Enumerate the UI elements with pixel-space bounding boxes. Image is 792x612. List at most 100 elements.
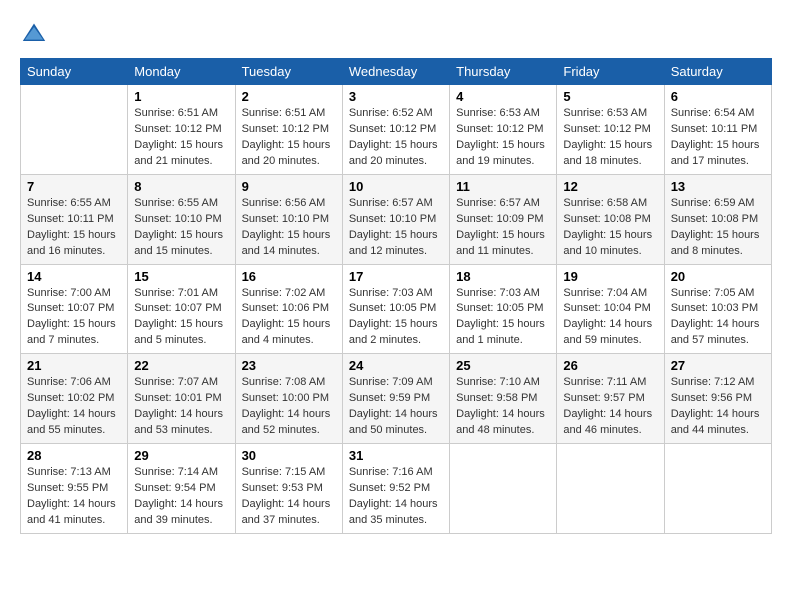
calendar-cell: 19 Sunrise: 7:04 AM Sunset: 10:04 PM Dayl…	[557, 264, 664, 354]
day-info: Sunrise: 7:16 AM Sunset: 9:52 PM Dayligh…	[349, 465, 443, 529]
day-number: 25	[456, 358, 550, 373]
day-info: Sunrise: 6:53 AM Sunset: 10:12 PM Daylig…	[563, 106, 657, 170]
day-info: Sunrise: 7:06 AM Sunset: 10:02 PM Daylig…	[27, 375, 121, 439]
calendar-cell: 31 Sunrise: 7:16 AM Sunset: 9:52 PM Dayli…	[342, 444, 449, 534]
day-number: 3	[349, 89, 443, 104]
day-number: 30	[242, 448, 336, 463]
logo	[20, 20, 52, 48]
day-info: Sunrise: 7:04 AM Sunset: 10:04 PM Daylig…	[563, 286, 657, 350]
header-day-friday: Friday	[557, 59, 664, 85]
calendar-cell: 26 Sunrise: 7:11 AM Sunset: 9:57 PM Dayli…	[557, 354, 664, 444]
day-info: Sunrise: 6:53 AM Sunset: 10:12 PM Daylig…	[456, 106, 550, 170]
day-info: Sunrise: 7:05 AM Sunset: 10:03 PM Daylig…	[671, 286, 765, 350]
day-number: 16	[242, 269, 336, 284]
week-row-1: 1 Sunrise: 6:51 AM Sunset: 10:12 PM Dayli…	[21, 85, 772, 175]
calendar-cell: 9Sunrise: 6:56 AM Sunset: 10:10 PM Dayli…	[235, 174, 342, 264]
calendar-cell: 15 Sunrise: 7:01 AM Sunset: 10:07 PM Dayl…	[128, 264, 235, 354]
day-info: Sunrise: 6:59 AM Sunset: 10:08 PM Daylig…	[671, 196, 765, 260]
day-number: 9	[242, 179, 336, 194]
day-number: 21	[27, 358, 121, 373]
header-day-tuesday: Tuesday	[235, 59, 342, 85]
day-number: 15	[134, 269, 228, 284]
calendar-cell: 8 Sunrise: 6:55 AM Sunset: 10:10 PM Dayli…	[128, 174, 235, 264]
day-number: 2	[242, 89, 336, 104]
day-number: 12	[563, 179, 657, 194]
calendar-cell: 3 Sunrise: 6:52 AM Sunset: 10:12 PM Dayli…	[342, 85, 449, 175]
calendar-cell: 5Sunrise: 6:53 AM Sunset: 10:12 PM Dayli…	[557, 85, 664, 175]
day-info: Sunrise: 7:00 AM Sunset: 10:07 PM Daylig…	[27, 286, 121, 350]
day-number: 7	[27, 179, 121, 194]
header-day-sunday: Sunday	[21, 59, 128, 85]
day-number: 23	[242, 358, 336, 373]
calendar-cell: 1 Sunrise: 6:51 AM Sunset: 10:12 PM Dayli…	[128, 85, 235, 175]
page-header	[20, 20, 772, 48]
calendar-cell: 30 Sunrise: 7:15 AM Sunset: 9:53 PM Dayli…	[235, 444, 342, 534]
calendar-cell: 17Sunrise: 7:03 AM Sunset: 10:05 PM Dayl…	[342, 264, 449, 354]
header-day-monday: Monday	[128, 59, 235, 85]
calendar-cell: 28 Sunrise: 7:13 AM Sunset: 9:55 PM Dayli…	[21, 444, 128, 534]
day-info: Sunrise: 6:58 AM Sunset: 10:08 PM Daylig…	[563, 196, 657, 260]
calendar-cell: 22 Sunrise: 7:07 AM Sunset: 10:01 PM Dayl…	[128, 354, 235, 444]
day-number: 6	[671, 89, 765, 104]
calendar-table: SundayMondayTuesdayWednesdayThursdayFrid…	[20, 58, 772, 534]
week-row-2: 7 Sunrise: 6:55 AM Sunset: 10:11 PM Dayli…	[21, 174, 772, 264]
day-number: 22	[134, 358, 228, 373]
day-info: Sunrise: 6:52 AM Sunset: 10:12 PM Daylig…	[349, 106, 443, 170]
calendar-cell: 13Sunrise: 6:59 AM Sunset: 10:08 PM Dayl…	[664, 174, 771, 264]
day-info: Sunrise: 7:14 AM Sunset: 9:54 PM Dayligh…	[134, 465, 228, 529]
week-row-5: 28 Sunrise: 7:13 AM Sunset: 9:55 PM Dayli…	[21, 444, 772, 534]
day-info: Sunrise: 7:01 AM Sunset: 10:07 PM Daylig…	[134, 286, 228, 350]
calendar-cell: 11 Sunrise: 6:57 AM Sunset: 10:09 PM Dayl…	[450, 174, 557, 264]
day-info: Sunrise: 7:07 AM Sunset: 10:01 PM Daylig…	[134, 375, 228, 439]
day-info: Sunrise: 7:11 AM Sunset: 9:57 PM Dayligh…	[563, 375, 657, 439]
day-info: Sunrise: 6:51 AM Sunset: 10:12 PM Daylig…	[134, 106, 228, 170]
calendar-cell: 6 Sunrise: 6:54 AM Sunset: 10:11 PM Dayli…	[664, 85, 771, 175]
day-number: 17	[349, 269, 443, 284]
day-number: 11	[456, 179, 550, 194]
header-day-thursday: Thursday	[450, 59, 557, 85]
day-info: Sunrise: 7:13 AM Sunset: 9:55 PM Dayligh…	[27, 465, 121, 529]
day-number: 8	[134, 179, 228, 194]
day-number: 29	[134, 448, 228, 463]
day-number: 26	[563, 358, 657, 373]
day-number: 24	[349, 358, 443, 373]
week-row-4: 21 Sunrise: 7:06 AM Sunset: 10:02 PM Dayl…	[21, 354, 772, 444]
day-number: 1	[134, 89, 228, 104]
day-info: Sunrise: 6:54 AM Sunset: 10:11 PM Daylig…	[671, 106, 765, 170]
day-info: Sunrise: 7:09 AM Sunset: 9:59 PM Dayligh…	[349, 375, 443, 439]
calendar-cell: 23 Sunrise: 7:08 AM Sunset: 10:00 PM Dayl…	[235, 354, 342, 444]
calendar-cell: 4Sunrise: 6:53 AM Sunset: 10:12 PM Dayli…	[450, 85, 557, 175]
calendar-cell: 7 Sunrise: 6:55 AM Sunset: 10:11 PM Dayli…	[21, 174, 128, 264]
calendar-cell	[21, 85, 128, 175]
calendar-cell: 25 Sunrise: 7:10 AM Sunset: 9:58 PM Dayli…	[450, 354, 557, 444]
logo-icon	[20, 20, 48, 48]
day-info: Sunrise: 7:03 AM Sunset: 10:05 PM Daylig…	[456, 286, 550, 350]
day-number: 31	[349, 448, 443, 463]
header-day-saturday: Saturday	[664, 59, 771, 85]
day-info: Sunrise: 6:57 AM Sunset: 10:09 PM Daylig…	[456, 196, 550, 260]
day-info: Sunrise: 7:10 AM Sunset: 9:58 PM Dayligh…	[456, 375, 550, 439]
day-info: Sunrise: 7:08 AM Sunset: 10:00 PM Daylig…	[242, 375, 336, 439]
calendar-cell: 2 Sunrise: 6:51 AM Sunset: 10:12 PM Dayli…	[235, 85, 342, 175]
day-number: 28	[27, 448, 121, 463]
day-info: Sunrise: 6:57 AM Sunset: 10:10 PM Daylig…	[349, 196, 443, 260]
day-number: 27	[671, 358, 765, 373]
day-number: 10	[349, 179, 443, 194]
calendar-cell: 14Sunrise: 7:00 AM Sunset: 10:07 PM Dayl…	[21, 264, 128, 354]
calendar-cell: 21 Sunrise: 7:06 AM Sunset: 10:02 PM Dayl…	[21, 354, 128, 444]
day-info: Sunrise: 7:02 AM Sunset: 10:06 PM Daylig…	[242, 286, 336, 350]
calendar-cell: 20Sunrise: 7:05 AM Sunset: 10:03 PM Dayl…	[664, 264, 771, 354]
day-info: Sunrise: 6:51 AM Sunset: 10:12 PM Daylig…	[242, 106, 336, 170]
day-info: Sunrise: 7:12 AM Sunset: 9:56 PM Dayligh…	[671, 375, 765, 439]
day-number: 19	[563, 269, 657, 284]
week-row-3: 14Sunrise: 7:00 AM Sunset: 10:07 PM Dayl…	[21, 264, 772, 354]
header-row: SundayMondayTuesdayWednesdayThursdayFrid…	[21, 59, 772, 85]
day-info: Sunrise: 6:55 AM Sunset: 10:10 PM Daylig…	[134, 196, 228, 260]
calendar-cell: 29 Sunrise: 7:14 AM Sunset: 9:54 PM Dayli…	[128, 444, 235, 534]
day-info: Sunrise: 7:15 AM Sunset: 9:53 PM Dayligh…	[242, 465, 336, 529]
calendar-cell: 18Sunrise: 7:03 AM Sunset: 10:05 PM Dayl…	[450, 264, 557, 354]
calendar-cell	[664, 444, 771, 534]
calendar-cell	[557, 444, 664, 534]
day-info: Sunrise: 6:55 AM Sunset: 10:11 PM Daylig…	[27, 196, 121, 260]
header-day-wednesday: Wednesday	[342, 59, 449, 85]
